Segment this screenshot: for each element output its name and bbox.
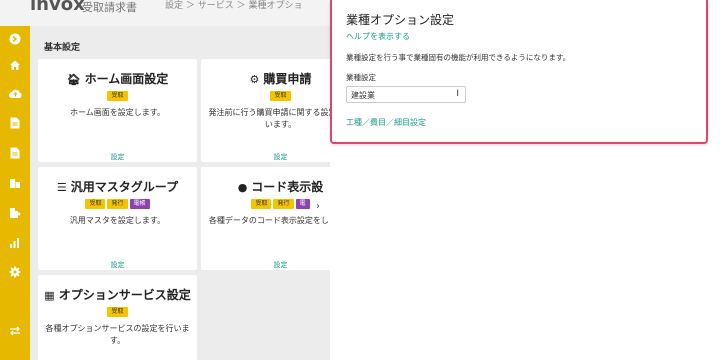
industry-option-panel: 業種オプション設定 ヘルプを表示する 業種設定を行う事で業種固有の機能が利用でき… [330, 0, 708, 144]
card-title: ⚙ 購買申請 [249, 72, 312, 86]
card-settings-link[interactable]: 設定 [38, 152, 197, 162]
text-cursor-icon: I [456, 89, 459, 99]
app-logo[interactable]: invox [30, 0, 85, 15]
settings-main: 基本設定 🏠︎ ホーム画面設定 受取 ホーム画面を設定します。 設定 ⚙ 購買申請 … [30, 26, 330, 360]
card-code-display: ●コード表示設 受取発行電 各種データのコード表示設定をします。 設定 [201, 167, 330, 270]
badge-issue: 発行 [107, 199, 128, 209]
badge-receive: 受取 [107, 91, 128, 101]
grid-icon: ▦ [44, 289, 55, 302]
badge-receive: 受取 [251, 199, 272, 209]
home-icon[interactable] [6, 56, 24, 74]
card-description: ホーム画面を設定します。 [70, 108, 165, 117]
card-settings-link[interactable]: 設定 [201, 260, 330, 270]
panel-description: 業種設定を行う事で業種固有の機能が利用できるようになります。 [346, 53, 571, 62]
badge-receive: 受取 [85, 199, 106, 209]
work-type-settings-link[interactable]: 工種／費目／細目設定 [346, 117, 426, 128]
sidebar [0, 26, 30, 360]
card-title: ☰ 汎用マスタグループ [56, 180, 179, 194]
cloud-upload-icon[interactable] [6, 84, 24, 102]
card-title: 🏠︎ ホーム画面設定 [66, 72, 169, 86]
list-icon: ☰ [56, 181, 67, 194]
chart-icon[interactable] [6, 234, 24, 252]
breadcrumb[interactable]: 設定 ＞ サービス ＞ 業種オプショ [165, 0, 302, 11]
swap-icon[interactable] [6, 322, 24, 340]
product-name: 受取請求書 [82, 1, 137, 14]
export-icon[interactable] [6, 204, 24, 222]
card-home-settings: 🏠︎ ホーム画面設定 受取 ホーム画面を設定します。 設定 [38, 59, 197, 162]
badge-group: 受取 発行電 [201, 199, 330, 209]
arrow-right-circle-icon[interactable] [6, 30, 24, 48]
card-title: ● コード表示設 [237, 180, 324, 194]
card-purchase-request: ⚙購買申請 受取 発注前に行う購買申請に関する設定を行います。 設定 [201, 59, 330, 162]
badge-receive: 受取 [107, 307, 128, 317]
badge-group: 受取 [201, 91, 330, 101]
document-icon[interactable] [6, 114, 24, 132]
card-generic-master-group: ☰ 汎用マスタグループ 受取 発行 電帳 汎用マスタを設定します。 設定 [38, 167, 197, 270]
card-settings-link[interactable]: 設定 [38, 260, 197, 270]
code-icon: ● [237, 181, 248, 194]
industry-field-label: 業種設定 [346, 73, 376, 82]
card-description: 各種データのコード表示設定をします。 [208, 216, 330, 225]
badge-e-ledger: 電帳 [129, 199, 150, 209]
badge-group: 受取 発行 電帳 [38, 199, 197, 209]
badge-issue: 発行 [273, 199, 294, 209]
industry-select-value: 建設業 [351, 91, 375, 100]
card-option-service: ▦ オプションサービス設定 受取 各種オプションサービスの設定を行います。 [38, 275, 197, 360]
card-description: 発注前に行う購買申請に関する設定を行います。 [208, 108, 331, 129]
gear-icon[interactable] [6, 263, 24, 281]
badge-e-ledger: 電 [295, 199, 310, 209]
badge-receive: 受取 [270, 91, 291, 101]
gears-icon: ⚙ [249, 73, 260, 86]
card-description: 汎用マスタを設定します。 [69, 216, 166, 225]
card-settings-link[interactable]: 設定 [201, 152, 330, 162]
section-title: 基本設定 [44, 43, 81, 53]
panel-title: 業種オプション設定 [346, 13, 455, 27]
card-title: ▦ オプションサービス設定 [44, 288, 191, 302]
industry-select[interactable]: 建設業 I [346, 86, 466, 103]
document-icon[interactable] [6, 144, 24, 162]
card-description: 各種オプションサービスの設定を行います。 [45, 324, 190, 345]
badge-group: 受取 [38, 91, 197, 101]
chevron-right-icon[interactable]: › [316, 201, 320, 212]
help-link[interactable]: ヘルプを表示する [346, 31, 410, 42]
building-icon[interactable] [6, 174, 24, 192]
top-bar: invox 受取請求書 設定 ＞ サービス ＞ 業種オプショ [0, 0, 330, 26]
home-icon: 🏠︎ [66, 73, 81, 86]
badge-group: 受取 [38, 307, 197, 317]
